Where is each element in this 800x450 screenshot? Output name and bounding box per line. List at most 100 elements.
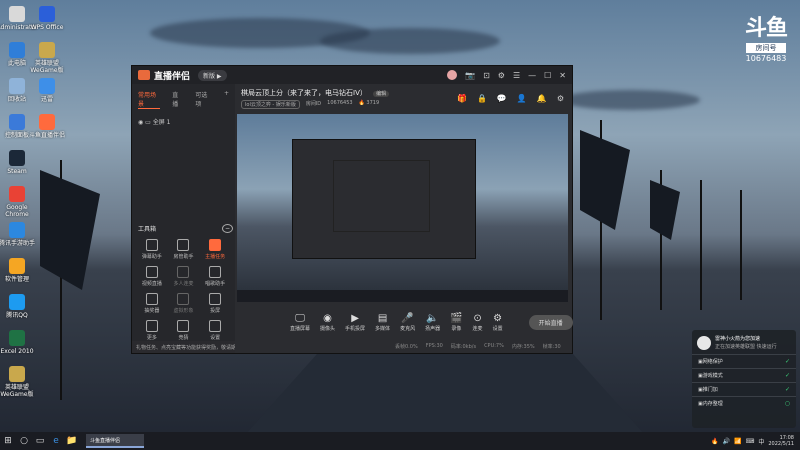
menu-icon[interactable]: ☰ (513, 71, 520, 80)
tool-item[interactable]: 竞猜 (168, 320, 200, 341)
version-chip[interactable]: 新版 ▶ (198, 69, 227, 81)
preview-nested-window-inner (333, 160, 430, 232)
tool-item[interactable]: 唱歌助手 (199, 266, 231, 287)
tool-icon (177, 320, 190, 332)
desktop-icon[interactable]: 腾讯手游助手 (0, 222, 38, 247)
tool-icon (145, 266, 158, 278)
scene-item[interactable]: ◉ ▭ 全屏 1 (132, 115, 235, 128)
banner-pole (700, 180, 702, 310)
ime-indicator[interactable]: 中 (758, 437, 764, 446)
control-icon: ▶ (351, 312, 359, 324)
control-button[interactable]: ▶ 手机投屏 (345, 313, 365, 332)
add-tab-button[interactable]: + (224, 90, 229, 109)
notification-row[interactable]: ▣ 游戏模式 ✓ (692, 368, 796, 382)
keyboard-icon[interactable]: ⌨ (746, 438, 755, 445)
tool-item[interactable]: 房管助手 (168, 239, 200, 260)
eye-icon[interactable]: ◉ (138, 119, 143, 126)
category-selector[interactable]: lol云顶之弈 - 娱乐新版 (241, 100, 300, 109)
desktop-icon[interactable]: 英雄联盟 WeGame版 (0, 366, 38, 398)
tab-live[interactable]: 直播 (172, 90, 183, 109)
tool-item[interactable]: 主播任务 (199, 239, 231, 260)
notification-row[interactable]: ▣ 内存整理 ○ (692, 396, 796, 410)
control-label: 摄像头 (320, 325, 336, 332)
control-button[interactable]: 🎤 麦克风 (400, 313, 415, 332)
check-icon: ✓ (784, 372, 790, 379)
chat-icon[interactable]: 💬 (497, 94, 507, 103)
tool-item[interactable]: 弹幕助手 (136, 239, 168, 260)
tool-icon (177, 266, 190, 278)
tab-common-scenes[interactable]: 常用场景 (138, 90, 161, 109)
volume-icon[interactable]: 🔊 (723, 438, 730, 445)
ie-icon[interactable]: e (48, 436, 64, 446)
app-titlebar[interactable]: 直播伴侣 新版 ▶ 📷 ⊡ ⚙ ☰ — ☐ ✕ (132, 66, 572, 84)
accelerator-notification[interactable]: 雷神小火箭为您加速 正在加速英雄联盟 快速运行 ▣ 网络保护 ✓ ▣ 游戏模式 ✓ ▣ … (692, 330, 796, 428)
tool-item[interactable]: 视频直播 (136, 266, 168, 287)
tool-item[interactable]: 设置 (199, 320, 231, 341)
close-button[interactable]: ✕ (559, 71, 566, 80)
tool-item[interactable]: 多人连麦 (168, 266, 200, 287)
maximize-button[interactable]: ☐ (544, 71, 551, 80)
control-button[interactable]: ◉ 摄像头 (320, 313, 335, 332)
notification-title: 雷神小火箭为您加速 (715, 336, 761, 342)
tray-app-icon[interactable]: 🔥 (711, 438, 718, 445)
gift-icon[interactable]: 🎁 (457, 94, 467, 103)
folder-icon[interactable]: 📁 (64, 436, 80, 446)
clock[interactable]: 17:08 2022/5/11 (768, 435, 794, 447)
avatar[interactable] (447, 70, 458, 80)
minimize-button[interactable]: — (528, 71, 536, 80)
app-icon (9, 42, 25, 58)
live-companion-window[interactable]: 直播伴侣 新版 ▶ 📷 ⊡ ⚙ ☰ — ☐ ✕ 常用场景 直播 可选项 + ◉ … (131, 65, 573, 354)
app-icon (9, 6, 25, 22)
collapse-toolbox-button[interactable]: − (221, 224, 233, 233)
row-label: 游戏模式 (702, 373, 723, 379)
desktop-icon[interactable]: 软件管理 (0, 258, 38, 283)
edit-title-button[interactable]: 编辑 (373, 91, 390, 97)
left-panel: 常用场景 直播 可选项 + ◉ ▭ 全屏 1 工具箱 − 弹幕助手 房管助手 主播任… (132, 84, 235, 353)
control-button[interactable]: 🎬 录像 (450, 313, 462, 332)
start-icon[interactable]: ⊞ (0, 436, 16, 446)
desktop-icon-label: Excel 2010 (0, 348, 34, 355)
desktop-icon[interactable]: 腾讯QQ (0, 294, 38, 319)
control-button[interactable]: ▤ 多媒体 (375, 313, 390, 332)
system-tray: 🔥 🔊 📶 ⌨ 中 17:08 2022/5/11 (711, 435, 800, 447)
settings-icon[interactable]: ⚙ (498, 71, 505, 80)
notification-row[interactable]: ▣ 推门加 ✓ (692, 382, 796, 396)
control-label: 手机投屏 (345, 325, 366, 332)
desktop-icon[interactable]: Google Chrome (0, 186, 38, 218)
app-brand: 直播伴侣 (154, 71, 191, 82)
control-button[interactable]: ⊙ 连麦 (473, 313, 483, 332)
desktop-icon[interactable]: 斗鱼直播伴侣 (26, 114, 68, 139)
room-settings-icon[interactable]: ⚙ (557, 94, 564, 103)
tool-item[interactable]: 抽奖器 (136, 293, 168, 314)
notification-row[interactable]: ▣ 网络保护 ✓ (692, 354, 796, 368)
desktop-icon[interactable]: 英雄联盟 WeGame版 (26, 42, 68, 74)
desktop-icon-label: WPS Office (30, 24, 64, 31)
desktop-icon[interactable]: 迅雷 (26, 78, 68, 103)
taskbar-item-live-companion[interactable]: 斗鱼直播伴侣 (86, 434, 144, 448)
preview-nested-window (292, 139, 476, 259)
control-icon: ▤ (377, 312, 388, 324)
toolbox-title: 工具箱 (138, 226, 157, 233)
task-view-icon[interactable]: ▭ (32, 436, 48, 446)
desktop-icon[interactable]: Steam (0, 150, 38, 175)
lock-icon[interactable]: 🔒 (477, 94, 487, 103)
desktop-icon[interactable]: Excel 2010 (0, 330, 38, 355)
control-button[interactable]: ⚙ 设置 (493, 313, 503, 332)
network-icon[interactable]: 📶 (734, 438, 741, 445)
control-button[interactable]: 🖵 直播屏幕 (290, 313, 310, 332)
tool-item[interactable]: 虚拟形象 (168, 293, 200, 314)
tab-optional[interactable]: 可选项 (195, 90, 212, 109)
control-button[interactable]: 🔈 扬声器 (425, 313, 440, 332)
screenshot-icon[interactable]: 📷 (465, 71, 475, 80)
desktop-icon[interactable]: WPS Office (26, 6, 68, 31)
tool-item[interactable]: 投屏 (199, 293, 231, 314)
clock-date: 2022/5/11 (768, 441, 794, 447)
pip-icon[interactable]: ⊡ (483, 71, 490, 80)
tool-item[interactable]: 更多 (136, 320, 168, 341)
user-icon[interactable]: 👤 (517, 94, 527, 103)
live-preview[interactable] (237, 114, 568, 302)
start-live-button[interactable]: 开始直播 (528, 314, 573, 330)
bell-icon[interactable]: 🔔 (537, 94, 547, 103)
banner-pole (740, 190, 742, 300)
search-icon[interactable]: ○ (16, 436, 32, 446)
